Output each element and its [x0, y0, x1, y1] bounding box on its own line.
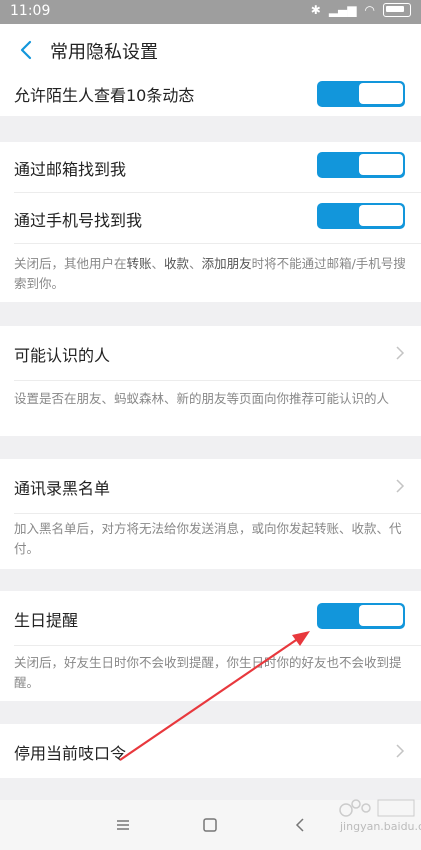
disable-code-label: 停用当前吱口令: [14, 744, 127, 763]
birthday-label: 生日提醒: [14, 611, 79, 630]
baidu-jingyan-watermark-logo: [339, 799, 415, 817]
find-by-email-toggle[interactable]: [317, 152, 405, 178]
menu-icon[interactable]: [112, 814, 134, 836]
page-title: 常用隐私设置: [50, 42, 158, 63]
back-icon[interactable]: [16, 38, 36, 62]
find-by-email-row[interactable]: 通过邮箱找到我: [0, 142, 421, 192]
bluetooth-icon: ✱: [310, 3, 321, 17]
find-by-email-label: 通过邮箱找到我: [14, 160, 127, 179]
home-icon[interactable]: [199, 814, 221, 836]
birthday-row[interactable]: 生日提醒: [0, 591, 421, 645]
find-by-phone-label: 通过手机号找到我: [14, 211, 143, 230]
toggle-knob: [359, 83, 403, 104]
people-you-may-know-label: 可能认识的人: [14, 346, 111, 365]
birthday-toggle[interactable]: [317, 603, 405, 629]
header-bar: 常用隐私设置: [0, 24, 421, 78]
section-blacklist: 通讯录黑名单 加入黑名单后，对方将无法给你发送消息，或向你发起转账、收款、代付。: [0, 459, 421, 569]
section-disable-code: 停用当前吱口令: [0, 724, 421, 778]
chevron-right-icon: [396, 479, 405, 493]
find-me-description: 关闭后，其他用户在转账、收款、添加朋友时将不能通过邮箱/手机号搜索到你。: [14, 256, 406, 291]
toggle-knob: [359, 205, 403, 226]
find-by-phone-toggle[interactable]: [317, 203, 405, 229]
toggle-knob: [359, 154, 403, 175]
section-people-you-may-know: 可能认识的人 设置是否在朋友、蚂蚁森林、新的朋友等页面向你推荐可能认识的人: [0, 326, 421, 436]
stranger-posts-label: 允许陌生人查看10条动态: [14, 86, 195, 105]
find-by-phone-row[interactable]: 通过手机号找到我: [0, 193, 421, 243]
disable-code-row[interactable]: 停用当前吱口令: [0, 724, 421, 778]
people-description: 设置是否在朋友、蚂蚁森林、新的朋友等页面向你推荐可能认识的人: [14, 391, 390, 406]
toggle-knob: [359, 605, 403, 626]
birthday-description: 关闭后，好友生日时你不会收到提醒，你生日时你的好友也不会收到提醒。: [14, 655, 402, 690]
status-icons: ✱ ▂▄▆ ◠: [311, 3, 411, 17]
divider: [14, 513, 421, 514]
blacklist-label: 通讯录黑名单: [14, 479, 111, 498]
section-find-me: 通过邮箱找到我 通过手机号找到我 关闭后，其他用户在转账、收款、添加朋友时将不能…: [0, 142, 421, 302]
blacklist-description: 加入黑名单后，对方将无法给你发送消息，或向你发起转账、收款、代付。: [14, 521, 402, 556]
back-nav-icon[interactable]: [290, 814, 312, 836]
section-birthday: 生日提醒 关闭后，好友生日时你不会收到提醒，你生日时你的好友也不会收到提醒。: [0, 591, 421, 701]
battery-icon: [383, 3, 411, 17]
chevron-right-icon: [396, 346, 405, 360]
blacklist-row[interactable]: 通讯录黑名单: [0, 459, 421, 513]
people-you-may-know-row[interactable]: 可能认识的人: [0, 326, 421, 380]
chevron-right-icon: [396, 744, 405, 758]
divider: [14, 380, 421, 381]
status-time: 11:09: [10, 3, 51, 19]
divider: [14, 243, 421, 244]
divider: [14, 645, 421, 646]
stranger-posts-toggle[interactable]: [317, 81, 405, 107]
wifi-icon: ◠: [364, 3, 375, 17]
section-stranger: 允许陌生人查看10条动态: [0, 78, 421, 116]
signal-icon: ▂▄▆: [328, 3, 357, 17]
watermark-text: jingyan.baidu.com: [340, 820, 421, 833]
status-bar: 11:09 ✱ ▂▄▆ ◠: [0, 0, 421, 24]
